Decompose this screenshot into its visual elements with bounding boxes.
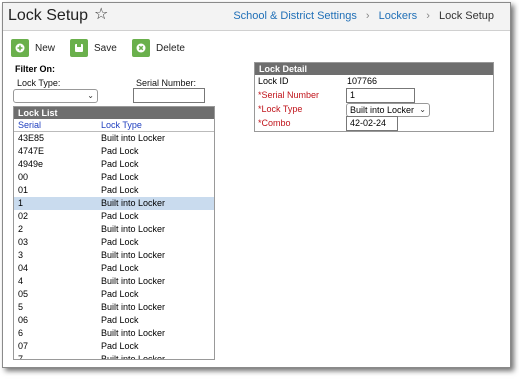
table-row[interactable]: 00 Pad Lock [14, 171, 214, 184]
table-row[interactable]: 6 Built into Locker [14, 327, 214, 340]
chevron-down-icon: ⌄ [87, 91, 94, 100]
table-row[interactable]: 4949e Pad Lock [14, 158, 214, 171]
combo-label: *Combo [258, 118, 291, 128]
floppy-disk-icon [70, 39, 88, 57]
new-label: New [35, 42, 56, 54]
new-button[interactable]: New [11, 38, 55, 58]
save-label: Save [94, 42, 117, 54]
breadcrumb: School & District Settings › Lockers › L… [233, 10, 494, 22]
cell-lock-type: Pad Lock [101, 172, 139, 182]
x-circle-icon [132, 39, 150, 57]
page-header: Lock Setup ☆ School & District Settings … [3, 3, 510, 31]
cell-serial: 2 [18, 224, 24, 234]
cell-lock-type: Pad Lock [101, 315, 139, 325]
cell-serial: 7 [18, 354, 24, 360]
table-row[interactable]: 05 Pad Lock [14, 288, 214, 301]
cell-lock-type: Pad Lock [101, 289, 139, 299]
chevron-down-icon: ⌄ [419, 105, 426, 114]
serial-number-input[interactable]: 1 [346, 88, 415, 103]
table-row[interactable]: 03 Pad Lock [14, 236, 214, 249]
lock-detail-title: Lock Detail [255, 63, 493, 75]
plus-circle-icon [11, 39, 29, 57]
cell-lock-type: Pad Lock [101, 146, 139, 156]
cell-serial: 43E85 [18, 133, 45, 143]
table-row[interactable]: 4 Built into Locker [14, 275, 214, 288]
lock-id-value: 107766 [347, 76, 378, 86]
lock-list-panel: Lock List Serial Lock Type 43E85 Built in… [13, 106, 215, 360]
column-header-lock-type[interactable]: Lock Type [101, 120, 142, 130]
cell-serial: 00 [18, 172, 29, 182]
cell-lock-type: Pad Lock [101, 237, 139, 247]
cell-lock-type: Built into Locker [101, 250, 166, 260]
lock-list-rows: 43E85 Built into Locker 4747E Pad Lock 4949e… [14, 132, 214, 360]
page-title: Lock Setup [8, 7, 89, 24]
lock-detail-panel: Lock Detail Lock ID 107766 *Serial Numbe… [254, 62, 494, 132]
chevron-right-icon: › [426, 10, 430, 22]
cell-serial: 5 [18, 302, 24, 312]
serial-number-filter-input[interactable] [133, 88, 205, 103]
table-row[interactable]: 1 Built into Locker [14, 197, 214, 210]
breadcrumb-school-district-settings[interactable]: School & District Settings [233, 10, 357, 22]
cell-lock-type: Pad Lock [101, 185, 139, 195]
lock-id-label: Lock ID [258, 76, 289, 86]
breadcrumb-lock-setup: Lock Setup [438, 10, 494, 22]
cell-lock-type: Pad Lock [101, 211, 139, 221]
table-row[interactable]: 06 Pad Lock [14, 314, 214, 327]
cell-serial: 02 [18, 211, 29, 221]
cell-serial: 4 [18, 276, 24, 286]
lock-type-label: *Lock Type [258, 104, 303, 114]
cell-lock-type: Built into Locker [101, 224, 166, 234]
serial-number-label: *Serial Number [258, 90, 320, 100]
cell-lock-type: Pad Lock [101, 263, 139, 273]
table-row[interactable]: 3 Built into Locker [14, 249, 214, 262]
cell-serial: 01 [18, 185, 29, 195]
cell-lock-type: Built into Locker [101, 133, 166, 143]
lock-type-select[interactable]: Built into Locker ⌄ [346, 103, 430, 117]
cell-serial: 4747E [18, 146, 45, 156]
cell-serial: 4949e [18, 159, 44, 169]
cell-serial: 06 [18, 315, 29, 325]
cell-lock-type: Built into Locker [101, 302, 166, 312]
cell-serial: 04 [18, 263, 29, 273]
cell-lock-type: Built into Locker [101, 198, 166, 208]
cell-lock-type: Pad Lock [101, 341, 139, 351]
table-row[interactable]: 5 Built into Locker [14, 301, 214, 314]
cell-serial: 05 [18, 289, 29, 299]
serial-number-filter-label: Serial Number: [136, 78, 197, 88]
delete-label: Delete [156, 42, 185, 54]
combo-input[interactable]: 42-02-24 [346, 116, 398, 131]
star-outline-icon[interactable]: ☆ [94, 6, 108, 24]
cell-serial: 03 [18, 237, 29, 247]
table-row[interactable]: 02 Pad Lock [14, 210, 214, 223]
delete-button[interactable]: Delete [132, 38, 185, 58]
table-row[interactable]: 7 Built into Locker [14, 353, 214, 360]
cell-lock-type: Built into Locker [101, 354, 166, 360]
column-header-serial[interactable]: Serial [18, 120, 41, 130]
cell-serial: 3 [18, 250, 24, 260]
lock-list-title: Lock List [14, 107, 214, 119]
lock-type-filter-select[interactable]: ⌄ [13, 89, 98, 103]
table-row[interactable]: 4747E Pad Lock [14, 145, 214, 158]
cell-serial: 1 [18, 198, 24, 208]
chevron-right-icon: › [365, 10, 370, 22]
lock-list-header: Serial Lock Type [14, 119, 214, 132]
table-row[interactable]: 01 Pad Lock [14, 184, 214, 197]
breadcrumb-lockers[interactable]: Lockers [379, 10, 418, 22]
cell-serial: 07 [18, 341, 29, 351]
save-button[interactable]: Save [70, 38, 117, 58]
cell-lock-type: Built into Locker [101, 276, 166, 286]
cell-serial: 6 [18, 328, 24, 338]
lock-type-filter-label: Lock Type: [17, 78, 61, 88]
table-row[interactable]: 04 Pad Lock [14, 262, 214, 275]
lock-setup-window: Lock Setup ☆ School & District Settings … [2, 2, 511, 368]
cell-lock-type: Pad Lock [101, 159, 139, 169]
cell-lock-type: Built into Locker [101, 328, 166, 338]
table-row[interactable]: 43E85 Built into Locker [14, 132, 214, 145]
lock-type-value: Built into Locker [350, 105, 415, 115]
table-row[interactable]: 2 Built into Locker [14, 223, 214, 236]
table-row[interactable]: 07 Pad Lock [14, 340, 214, 353]
filter-heading: Filter On: [15, 64, 55, 74]
